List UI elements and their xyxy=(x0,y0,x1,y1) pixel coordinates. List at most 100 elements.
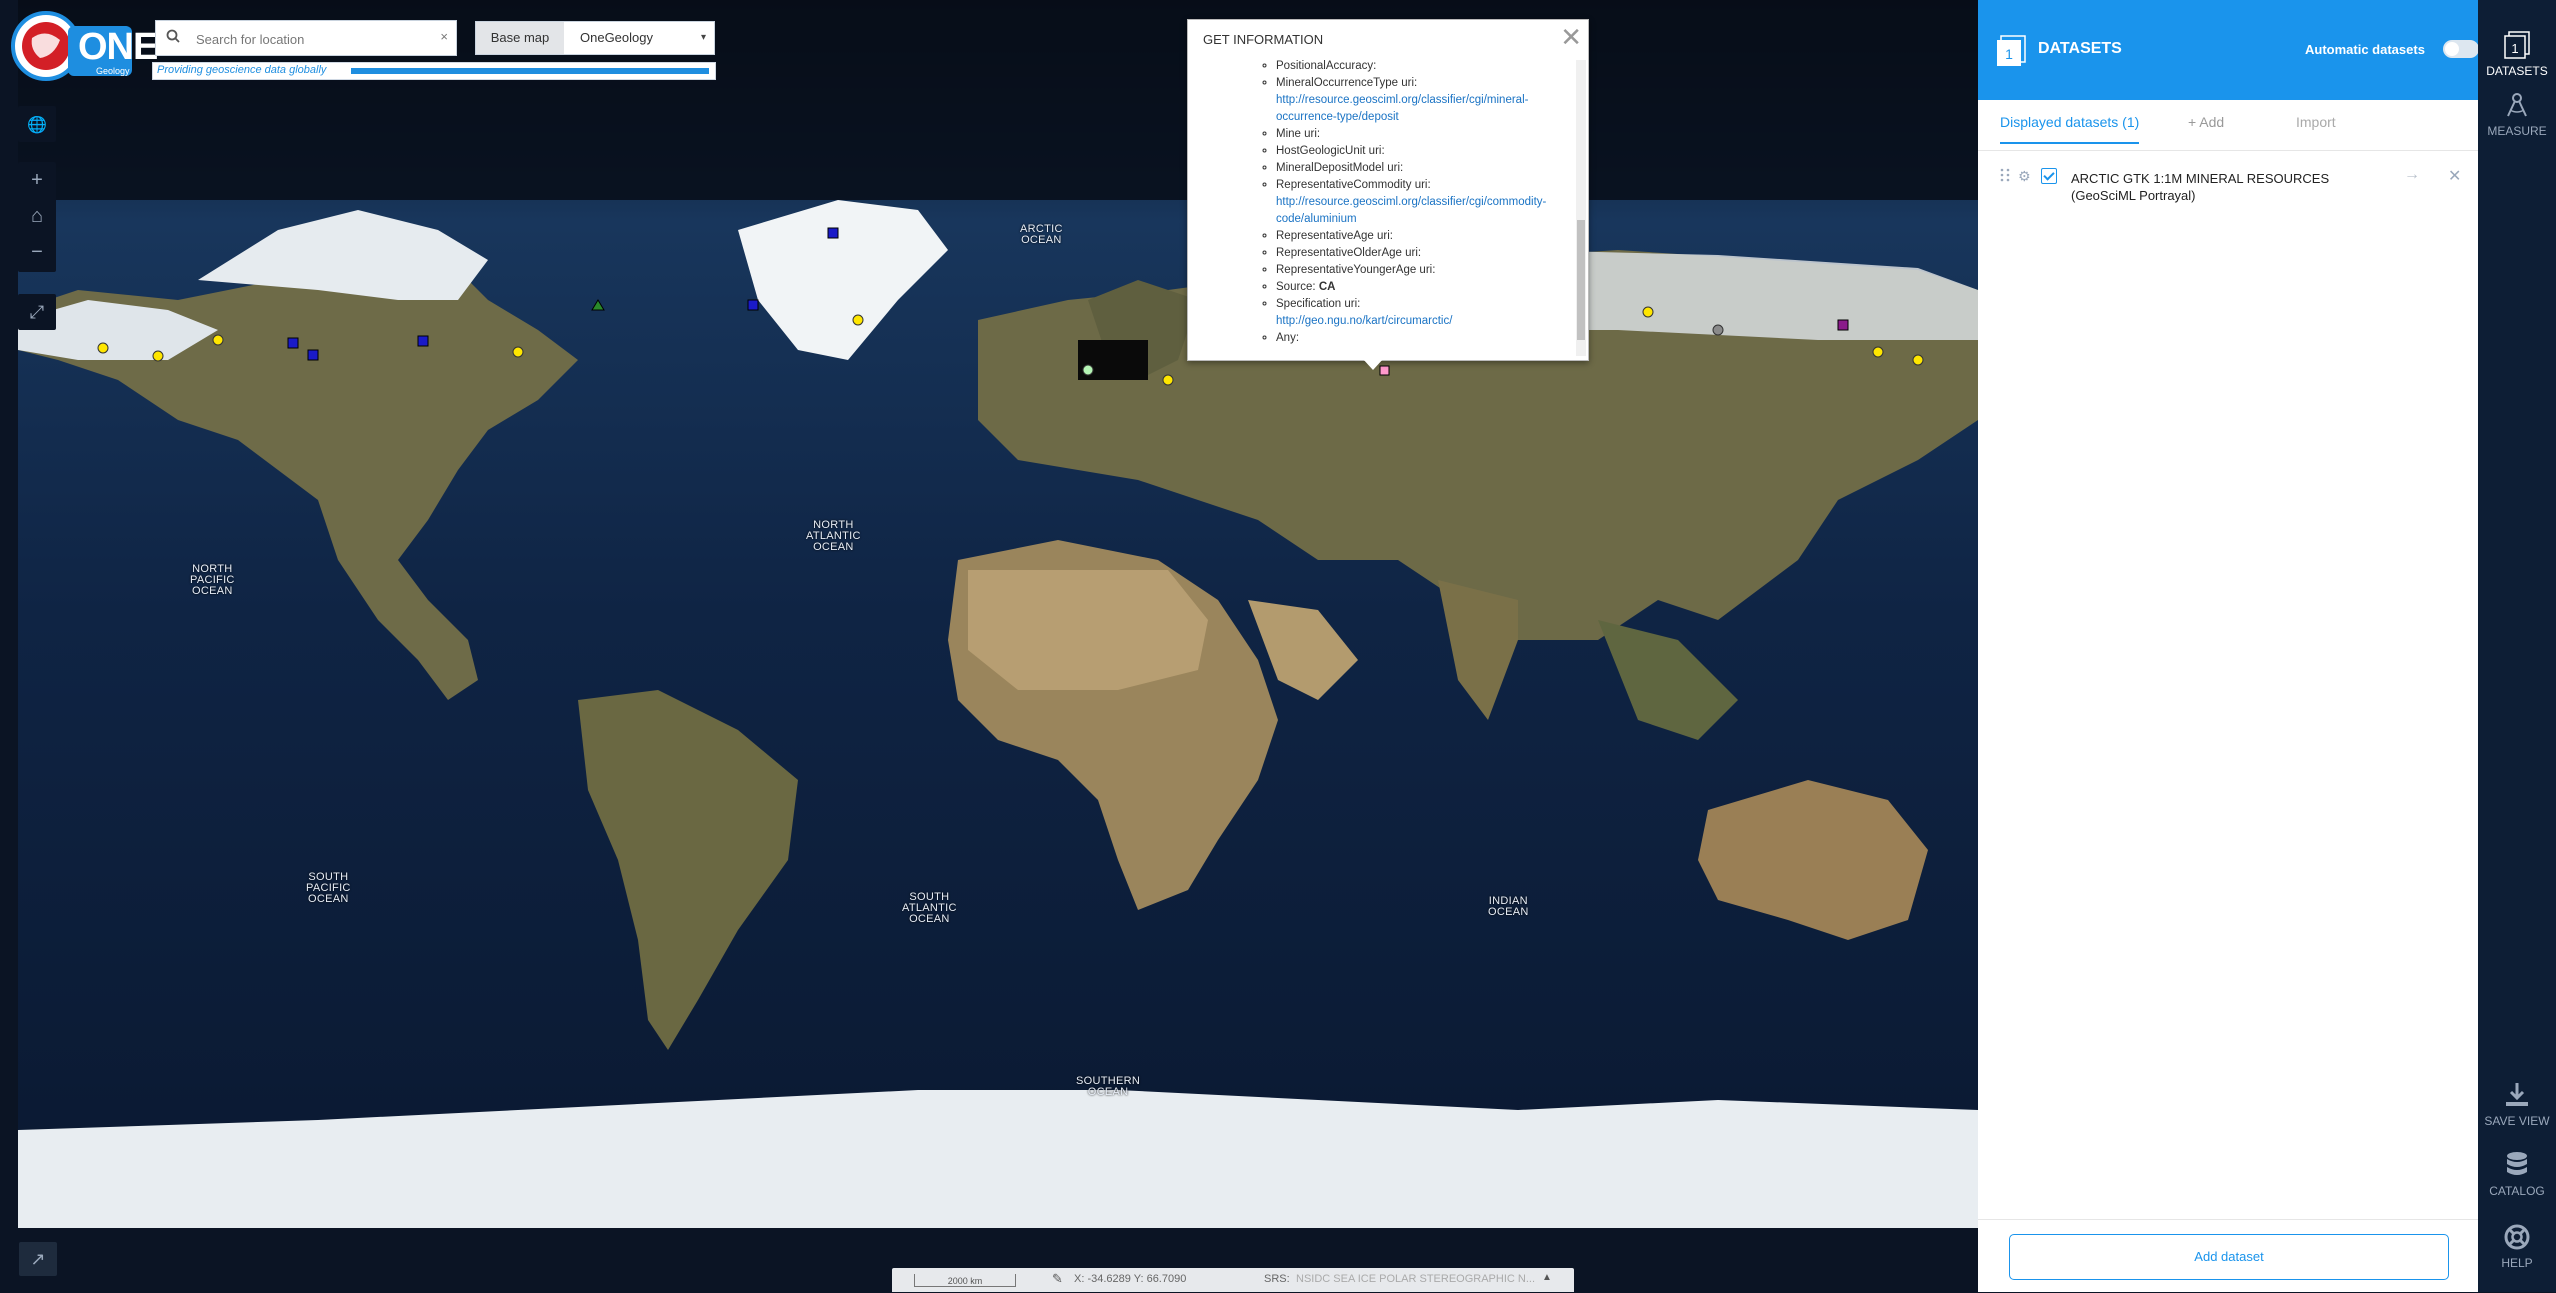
rail-datasets-label: DATASETS xyxy=(2486,64,2548,78)
globe-button[interactable]: 🌐 xyxy=(18,106,56,142)
right-rail: 1 DATASETS MEASURE SAVE VIEW CATALOG HEL… xyxy=(2478,0,2556,1292)
map-view[interactable]: ARCTIC OCEAN NORTH ATLANTIC OCEAN NORTH … xyxy=(18,0,1978,1228)
ocean-label-north-pacific: NORTH PACIFIC OCEAN xyxy=(190,563,235,597)
ocean-label-north-atlantic: NORTH ATLANTIC OCEAN xyxy=(806,519,861,553)
link[interactable]: http://geo.ngu.no/kart/circumarctic/ xyxy=(1276,313,1564,330)
ocean-label-southern: SOUTHERN OCEAN xyxy=(1076,1075,1141,1098)
list-item: MineralOccurrenceType uri:http://resourc… xyxy=(1276,75,1564,126)
panel-tabs: Displayed datasets (1) + Add Import xyxy=(1978,100,2478,151)
fullscreen-icon: ⤢ xyxy=(29,302,45,322)
svg-text:1: 1 xyxy=(2511,41,2518,56)
expand-button[interactable]: ↗ xyxy=(19,1242,57,1276)
rail-catalog-button[interactable]: CATALOG xyxy=(2478,1150,2556,1198)
left-strip xyxy=(0,0,18,1292)
popup-tail xyxy=(1362,358,1384,370)
popup-title: GET INFORMATION xyxy=(1203,32,1324,47)
tab-displayed-datasets[interactable]: Displayed datasets (1) xyxy=(2000,114,2140,144)
rail-measure-label: MEASURE xyxy=(2487,124,2547,138)
list-item: Any: xyxy=(1276,330,1564,347)
layers-badge-icon: 1 xyxy=(2504,31,2530,59)
status-bar: 2000 km ✎ X: -34.6289 Y: 66.7090 SRS: NS… xyxy=(892,1268,1574,1292)
ocean-label-indian: INDIAN OCEAN xyxy=(1488,895,1529,918)
rail-help-label: HELP xyxy=(2501,1256,2533,1270)
zoom-in-button[interactable]: + xyxy=(18,162,56,198)
panel-footer: Add dataset xyxy=(1978,1219,2478,1293)
link[interactable]: http://resource.geosciml.org/classifier/… xyxy=(1276,92,1564,126)
lifebuoy-icon xyxy=(2504,1224,2530,1250)
clear-search-icon[interactable]: × xyxy=(440,29,448,44)
rail-help-button[interactable]: HELP xyxy=(2478,1222,2556,1270)
remove-dataset-icon[interactable]: ✕ xyxy=(2448,166,2461,186)
search-icon xyxy=(166,29,180,43)
rail-measure-button[interactable]: MEASURE xyxy=(2478,90,2556,138)
list-item: Source: CA xyxy=(1276,279,1564,296)
popup-body[interactable]: PositionalAccuracy: MineralOccurrenceTyp… xyxy=(1198,58,1564,354)
source-value: CA xyxy=(1318,281,1336,293)
tab-add[interactable]: + Add xyxy=(2188,114,2224,130)
arrow-right-icon[interactable]: → xyxy=(2404,166,2420,184)
coordinates-readout: X: -34.6289 Y: 66.7090 xyxy=(1074,1273,1187,1285)
add-dataset-button[interactable]: Add dataset xyxy=(2009,1234,2449,1280)
rail-catalog-label: CATALOG xyxy=(2489,1184,2545,1198)
tab-import[interactable]: Import xyxy=(2296,114,2336,130)
basemap-label: Base map xyxy=(476,22,564,54)
search-input[interactable] xyxy=(194,27,418,51)
logo-subtext: Geology xyxy=(96,66,130,76)
list-item: HostGeologicUnit uri: xyxy=(1276,143,1564,160)
scrollbar-thumb[interactable] xyxy=(1577,220,1585,340)
drag-handle-icon[interactable] xyxy=(2000,168,2010,182)
rail-save-view-button[interactable]: SAVE VIEW xyxy=(2478,1080,2556,1128)
ocean-label-south-pacific: SOUTH PACIFIC OCEAN xyxy=(306,871,351,905)
logo-text: ONE xyxy=(78,26,158,68)
basemap-value[interactable]: OneGeology xyxy=(580,22,653,54)
list-item: RepresentativeYoungerAge uri: xyxy=(1276,262,1564,279)
list-item: Mine uri: xyxy=(1276,126,1564,143)
srs-value[interactable]: NSIDC SEA ICE POLAR STEREOGRAPHIC N... xyxy=(1296,1273,1535,1285)
list-item: RepresentativeAge uri: xyxy=(1276,228,1564,245)
measure-icon xyxy=(2507,93,2527,117)
list-item: Specification uri:http://geo.ngu.no/kart… xyxy=(1276,296,1564,330)
world-map[interactable] xyxy=(18,0,1978,1228)
list-item: PositionalAccuracy: xyxy=(1276,58,1564,75)
pencil-icon[interactable]: ✎ xyxy=(1052,1271,1063,1287)
fullscreen-button[interactable]: ⤢ xyxy=(18,294,56,330)
scale-bar: 2000 km xyxy=(914,1274,1016,1287)
popup-attribute-list: PositionalAccuracy: MineralOccurrenceTyp… xyxy=(1198,58,1564,347)
badge-count: 1 xyxy=(2005,46,2013,62)
panel-header: 1 DATASETS Automatic datasets xyxy=(1978,0,2479,100)
zoom-controls: + ⌂ − xyxy=(18,162,56,272)
chevron-up-icon[interactable]: ▲ xyxy=(1542,1272,1552,1283)
link[interactable]: http://resource.geosciml.org/classifier/… xyxy=(1276,194,1564,228)
panel-title: DATASETS xyxy=(2038,40,2122,57)
gear-icon[interactable]: ⚙ xyxy=(2018,168,2031,185)
list-item: RepresentativeOlderAge uri: xyxy=(1276,245,1564,262)
list-item: MineralDepositModel uri: xyxy=(1276,160,1564,177)
arrow-up-right-icon: ↗ xyxy=(30,1249,46,1269)
download-icon xyxy=(2506,1083,2528,1106)
srs-label: SRS: xyxy=(1264,1273,1290,1285)
dataset-visibility-checkbox[interactable] xyxy=(2041,168,2057,184)
rail-datasets-button[interactable]: 1 DATASETS xyxy=(2478,30,2556,78)
close-icon[interactable]: ✕ xyxy=(1560,22,1582,52)
ocean-label-arctic: ARCTIC OCEAN xyxy=(1020,223,1063,246)
datasets-panel: 1 DATASETS Automatic datasets Displayed … xyxy=(1978,0,2479,1293)
chevron-down-icon[interactable]: ▾ xyxy=(701,32,706,43)
search-box[interactable]: × xyxy=(155,20,457,56)
popup-scrollbar[interactable] xyxy=(1576,60,1586,356)
onegeology-logo[interactable]: ONE Geology xyxy=(10,8,158,84)
database-icon xyxy=(2507,1152,2527,1175)
get-information-popup: GET INFORMATION ✕ PositionalAccuracy: Mi… xyxy=(1187,19,1589,361)
home-button[interactable]: ⌂ xyxy=(18,198,56,234)
rail-save-view-label: SAVE VIEW xyxy=(2484,1114,2550,1128)
automatic-datasets-toggle[interactable] xyxy=(2443,40,2479,58)
tagline-bar: Providing geoscience data globally xyxy=(152,62,716,80)
dataset-row: ⚙ ARCTIC GTK 1:1M MINERAL RESOURCES (Geo… xyxy=(1978,166,2478,216)
list-item: RepresentativeCommodity uri:http://resou… xyxy=(1276,177,1564,228)
tagline-line xyxy=(351,68,709,74)
basemap-select[interactable]: Base map OneGeology ▾ xyxy=(475,21,715,55)
globe-icon: 🌐 xyxy=(27,117,47,134)
layers-badge-icon: 1 xyxy=(1997,35,2026,66)
zoom-out-button[interactable]: − xyxy=(18,234,56,270)
tagline: Providing geoscience data globally xyxy=(157,64,327,76)
toggle-knob xyxy=(2445,42,2459,56)
